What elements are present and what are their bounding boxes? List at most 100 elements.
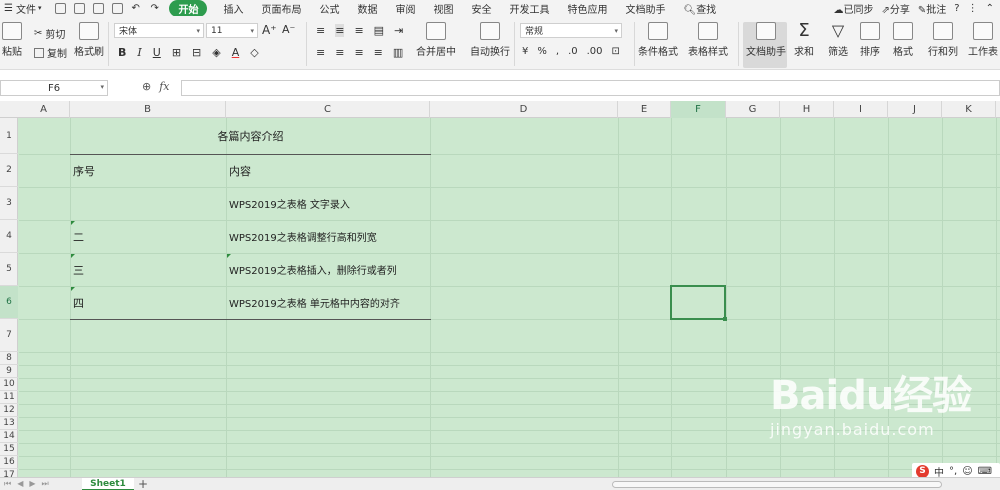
row-header-11[interactable]: 11	[0, 391, 18, 404]
orientation-icon[interactable]: ▤	[374, 24, 384, 37]
share-button[interactable]: ⇗分享	[882, 1, 910, 16]
doc-helper-button[interactable]: 文档助手	[746, 22, 786, 58]
selected-cell-f6[interactable]	[670, 285, 727, 321]
column-header-c[interactable]: C	[226, 101, 430, 118]
comment-button[interactable]: ✎批注	[918, 1, 946, 16]
first-sheet-icon[interactable]: ⏮	[4, 479, 11, 489]
column-header-a[interactable]: A	[18, 101, 70, 118]
align-left-icon[interactable]: ≡	[316, 46, 325, 59]
fill-handle[interactable]	[723, 317, 727, 321]
help-button[interactable]: ?	[954, 3, 959, 14]
table-style-button[interactable]: 表格样式	[688, 22, 728, 58]
column-header-d[interactable]: D	[430, 101, 618, 118]
fill-color-icon[interactable]: ◈	[212, 46, 220, 59]
collapse-icon[interactable]: ⌃	[986, 3, 994, 14]
tab-start[interactable]: 开始	[169, 0, 208, 17]
column-header-g[interactable]: G	[726, 101, 780, 118]
grow-font-icon[interactable]: A⁺	[262, 23, 277, 37]
row-header-14[interactable]: 14	[0, 430, 18, 443]
zoom-icon[interactable]: ⊕	[142, 80, 151, 93]
more-icon[interactable]: ⋮	[968, 3, 978, 14]
file-menu[interactable]: ☰ 文件 ▾	[0, 1, 41, 16]
worksheet-button[interactable]: 工作表	[968, 22, 998, 58]
merge-center-button[interactable]: 合并居中	[416, 22, 456, 58]
tab-view[interactable]: 视图	[433, 1, 453, 16]
row-col-button[interactable]: 行和列	[928, 22, 958, 58]
print-icon[interactable]	[74, 2, 86, 14]
row-header-17[interactable]: 17	[0, 469, 18, 477]
row-header-8[interactable]: 8	[0, 352, 18, 365]
row-header-10[interactable]: 10	[0, 378, 18, 391]
align-top-icon[interactable]: ≡	[316, 24, 325, 37]
underline-button[interactable]: U	[153, 46, 161, 59]
clear-icon[interactable]: ◇	[250, 46, 258, 59]
indent-icon[interactable]: ⇥	[394, 24, 403, 37]
increase-decimal-icon[interactable]: .0	[568, 46, 578, 57]
tab-review[interactable]: 审阅	[395, 1, 415, 16]
tab-formulas[interactable]: 公式	[319, 1, 339, 16]
fx-icon[interactable]: fx	[159, 80, 169, 93]
align-bottom-icon[interactable]: ≡	[354, 24, 363, 37]
currency-icon[interactable]: ¥	[522, 46, 528, 57]
row-header-7[interactable]: 7	[0, 319, 18, 352]
next-sheet-icon[interactable]: ▶	[29, 479, 35, 489]
redo-icon[interactable]: ↷	[150, 3, 161, 14]
sheet-tab-sheet1[interactable]: Sheet1	[82, 478, 134, 490]
format-painter-button[interactable]: 格式刷	[74, 22, 104, 58]
row-header-1[interactable]: 1	[0, 118, 18, 154]
formula-input[interactable]	[181, 80, 1000, 96]
number-format-select[interactable]: 常规 ▾	[520, 23, 622, 38]
tab-features[interactable]: 特色应用	[567, 1, 607, 16]
sum-button[interactable]: Σ 求和	[794, 22, 814, 59]
tab-page-layout[interactable]: 页面布局	[261, 1, 301, 16]
row-header-5[interactable]: 5	[0, 253, 18, 286]
row-header-15[interactable]: 15	[0, 443, 18, 456]
row-header-2[interactable]: 2	[0, 154, 18, 187]
align-right-icon[interactable]: ≡	[354, 46, 363, 59]
decrease-decimal-icon[interactable]: .00	[587, 46, 603, 57]
add-sheet-button[interactable]: +	[138, 477, 148, 490]
column-header-b[interactable]: B	[70, 101, 226, 118]
sort-button[interactable]: 排序	[860, 22, 880, 58]
filter-button[interactable]: ▽ 筛选	[828, 22, 848, 59]
row-header-4[interactable]: 4	[0, 220, 18, 253]
horizontal-scrollbar[interactable]	[612, 481, 942, 488]
shrink-font-icon[interactable]: A⁻	[282, 23, 295, 36]
italic-button[interactable]: I	[137, 46, 141, 59]
row-header-12[interactable]: 12	[0, 404, 18, 417]
column-header-j[interactable]: J	[888, 101, 942, 118]
row-header-6[interactable]: 6	[0, 286, 18, 319]
conditional-format-button[interactable]: 条件格式	[638, 22, 678, 58]
bold-button[interactable]: B	[118, 46, 126, 59]
font-size-select[interactable]: 11 ▾	[206, 23, 258, 38]
wrap-text-button[interactable]: 自动换行	[470, 22, 510, 58]
format-button[interactable]: 格式	[893, 22, 913, 58]
prev-sheet-icon[interactable]: ◀	[17, 479, 23, 489]
align-center-icon[interactable]: ≡	[335, 46, 344, 59]
undo-icon[interactable]: ↶	[131, 3, 142, 14]
name-box[interactable]: F6 ▾	[0, 80, 108, 96]
tab-insert[interactable]: 插入	[223, 1, 243, 16]
number-more-icon[interactable]: ⊡	[612, 46, 620, 57]
column-header-k[interactable]: K	[942, 101, 996, 118]
print-preview-icon[interactable]	[93, 2, 105, 14]
merge-cells-icon[interactable]: ⊟	[192, 46, 201, 59]
tab-data[interactable]: 数据	[357, 1, 377, 16]
row-header-16[interactable]: 16	[0, 456, 18, 469]
paste-button[interactable]: 粘贴	[2, 22, 22, 58]
justify-icon[interactable]: ≡	[374, 46, 383, 59]
font-name-select[interactable]: 宋体 ▾	[114, 23, 204, 38]
save-icon[interactable]	[55, 2, 67, 14]
export-icon[interactable]	[112, 2, 124, 14]
column-header-h[interactable]: H	[780, 101, 834, 118]
row-header-13[interactable]: 13	[0, 417, 18, 430]
column-header-f[interactable]: F	[671, 101, 726, 118]
border-icon[interactable]: ⊞	[172, 46, 181, 59]
cut-button[interactable]: ✂ 剪切	[34, 26, 65, 41]
sync-button[interactable]: ☁已同步	[834, 1, 874, 16]
font-color-icon[interactable]: A	[232, 46, 240, 59]
search-button[interactable]: 🔍︎查找	[683, 1, 716, 16]
row-header-3[interactable]: 3	[0, 187, 18, 220]
percent-icon[interactable]: %	[537, 46, 547, 57]
last-sheet-icon[interactable]: ⏭	[42, 479, 49, 489]
